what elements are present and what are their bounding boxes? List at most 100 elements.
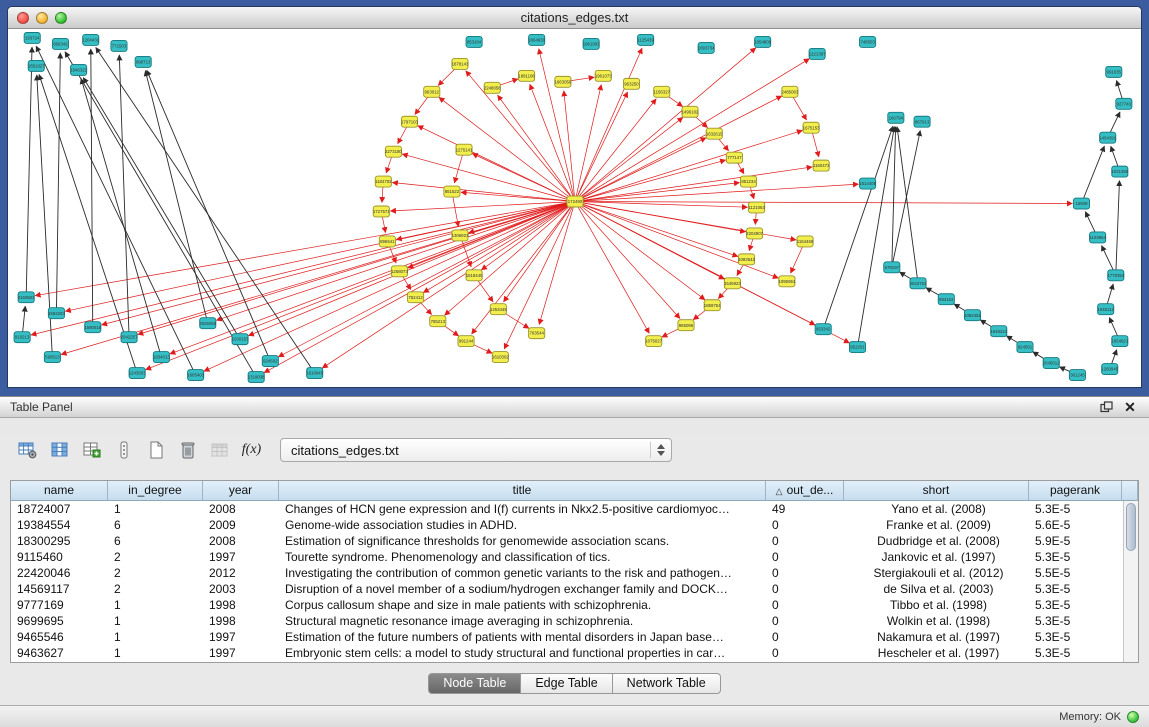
- graph-node[interactable]: 1854021: [1111, 336, 1128, 347]
- graph-node[interactable]: 853342: [815, 324, 831, 335]
- row-height-icon[interactable]: [110, 437, 137, 464]
- graph-node[interactable]: 2248058: [484, 82, 501, 93]
- graph-node[interactable]: 1648423: [990, 326, 1007, 337]
- import-table-icon[interactable]: [206, 437, 233, 464]
- graph-node[interactable]: 851522: [444, 186, 460, 197]
- graph-node[interactable]: 896541: [379, 236, 395, 247]
- graph-node[interactable]: 1121063: [748, 202, 765, 213]
- graph-node[interactable]: 1582203: [48, 308, 65, 319]
- function-builder-icon[interactable]: f(x): [238, 437, 265, 464]
- graph-edge[interactable]: [892, 131, 920, 268]
- graph-node[interactable]: 924502: [262, 356, 278, 367]
- table-row[interactable]: 1830029562008Estimation of significance …: [11, 533, 1123, 549]
- graph-edge[interactable]: [857, 127, 894, 348]
- graph-node[interactable]: 851234: [740, 176, 756, 187]
- graph-edge[interactable]: [575, 202, 649, 334]
- graph-node[interactable]: 1154469: [797, 236, 814, 247]
- column-header-in-degree[interactable]: in_degree: [108, 481, 203, 501]
- graph-edge[interactable]: [498, 95, 575, 201]
- graph-node[interactable]: 2042257: [121, 332, 138, 343]
- graph-node[interactable]: 1204431: [82, 34, 99, 45]
- graph-node[interactable]: 2026059: [199, 318, 216, 329]
- graph-edge[interactable]: [575, 130, 802, 201]
- graph-node[interactable]: 2485063: [781, 86, 798, 97]
- graph-node[interactable]: 1093734: [698, 42, 715, 53]
- graph-node[interactable]: 1518445: [466, 270, 483, 281]
- graph-node[interactable]: 1675153: [803, 122, 820, 133]
- graph-node[interactable]: 1221397: [809, 48, 826, 59]
- tab-edge-table[interactable]: Edge Table: [521, 673, 612, 694]
- graph-node[interactable]: 166794: [888, 112, 904, 123]
- float-panel-icon[interactable]: [1097, 399, 1115, 415]
- graph-edge[interactable]: [575, 184, 859, 201]
- graph-edge[interactable]: [36, 46, 196, 375]
- graph-edge[interactable]: [472, 202, 575, 335]
- graph-node[interactable]: 1156327: [654, 86, 671, 97]
- graph-edge[interactable]: [1116, 181, 1120, 276]
- table-options-icon[interactable]: [14, 437, 41, 464]
- minimize-window-icon[interactable]: [36, 12, 48, 24]
- table-row[interactable]: 1872400712008Changes of HCN gene express…: [11, 501, 1123, 517]
- network-canvas[interactable]: 1724901878143963012179710322731801184702…: [8, 30, 1141, 387]
- graph-node[interactable]: 1454391: [1099, 132, 1116, 143]
- graph-edge[interactable]: [204, 202, 575, 372]
- graph-node[interactable]: 1496102: [682, 106, 699, 117]
- delete-column-icon[interactable]: [174, 437, 201, 464]
- graph-node[interactable]: 1045112: [1097, 304, 1114, 315]
- graph-node[interactable]: 1632615: [706, 128, 723, 139]
- graph-edge[interactable]: [575, 160, 726, 201]
- new-column-icon[interactable]: [142, 437, 169, 464]
- table-row[interactable]: 969969511998Structural magnetic resonanc…: [11, 613, 1123, 629]
- graph-node[interactable]: 1258073: [391, 266, 408, 277]
- graph-node[interactable]: 984162: [938, 294, 954, 305]
- graph-node[interactable]: 1610945: [306, 368, 323, 379]
- table-row[interactable]: 1456911722003Disruption of a novel membe…: [11, 581, 1123, 597]
- graph-node[interactable]: 172490: [567, 196, 583, 207]
- graph-edge[interactable]: [575, 202, 778, 279]
- graph-node[interactable]: 1605403: [187, 370, 204, 381]
- graph-node[interactable]: 991035: [1106, 66, 1122, 77]
- window-titlebar[interactable]: citations_edges.txt: [8, 7, 1141, 29]
- graph-edge[interactable]: [504, 202, 575, 349]
- graph-node[interactable]: 748503: [860, 36, 876, 47]
- graph-node[interactable]: 853104: [466, 36, 482, 47]
- graph-node[interactable]: 1546322: [70, 64, 87, 75]
- graph-node[interactable]: 1797103: [401, 116, 418, 127]
- graph-node[interactable]: 1878143: [452, 58, 469, 69]
- graph-node[interactable]: 927743: [1116, 98, 1132, 109]
- graph-node[interactable]: 963012: [424, 86, 440, 97]
- close-panel-icon[interactable]: ✕: [1121, 399, 1139, 415]
- graph-node[interactable]: 679197: [884, 262, 900, 273]
- table-scrollbar-thumb[interactable]: [1126, 503, 1136, 551]
- graph-edge[interactable]: [897, 127, 918, 284]
- table-row[interactable]: 946554611997Estimation of the future num…: [11, 629, 1123, 645]
- memory-status-icon[interactable]: [1127, 711, 1139, 723]
- graph-node[interactable]: 2160503: [18, 292, 35, 303]
- graph-node[interactable]: 1083542: [738, 254, 755, 265]
- graph-node[interactable]: 2204907: [746, 228, 763, 239]
- graph-node[interactable]: 952201: [849, 342, 865, 353]
- graph-node[interactable]: 963250: [623, 78, 639, 89]
- graph-node[interactable]: 763544: [529, 328, 545, 339]
- graph-node[interactable]: 1306923: [452, 230, 469, 241]
- graph-node[interactable]: 771503: [111, 40, 127, 51]
- graph-node[interactable]: 1319038: [248, 372, 265, 383]
- graph-node[interactable]: 361245: [1069, 370, 1085, 381]
- graph-node[interactable]: 785213: [430, 316, 446, 327]
- graph-node[interactable]: 1514409: [859, 178, 876, 189]
- graph-edge[interactable]: [170, 202, 575, 354]
- graph-node[interactable]: 1770354: [1107, 270, 1124, 281]
- graph-node[interactable]: 1095951: [778, 276, 795, 287]
- tab-network-table[interactable]: Network Table: [613, 673, 721, 694]
- graph-edge[interactable]: [466, 71, 575, 202]
- graph-edge[interactable]: [26, 47, 32, 297]
- graph-node[interactable]: 991244: [458, 336, 474, 347]
- graph-node[interactable]: 1651027: [28, 60, 45, 71]
- graph-node[interactable]: 1545923: [724, 278, 741, 289]
- graph-edge[interactable]: [564, 91, 575, 202]
- graph-edge[interactable]: [138, 202, 575, 335]
- table-row[interactable]: 2242004622012Investigating the contribut…: [11, 565, 1123, 581]
- graph-node[interactable]: 1125439: [637, 34, 654, 45]
- graph-node[interactable]: 1253445: [490, 304, 507, 315]
- graph-node[interactable]: 1030153: [232, 334, 249, 345]
